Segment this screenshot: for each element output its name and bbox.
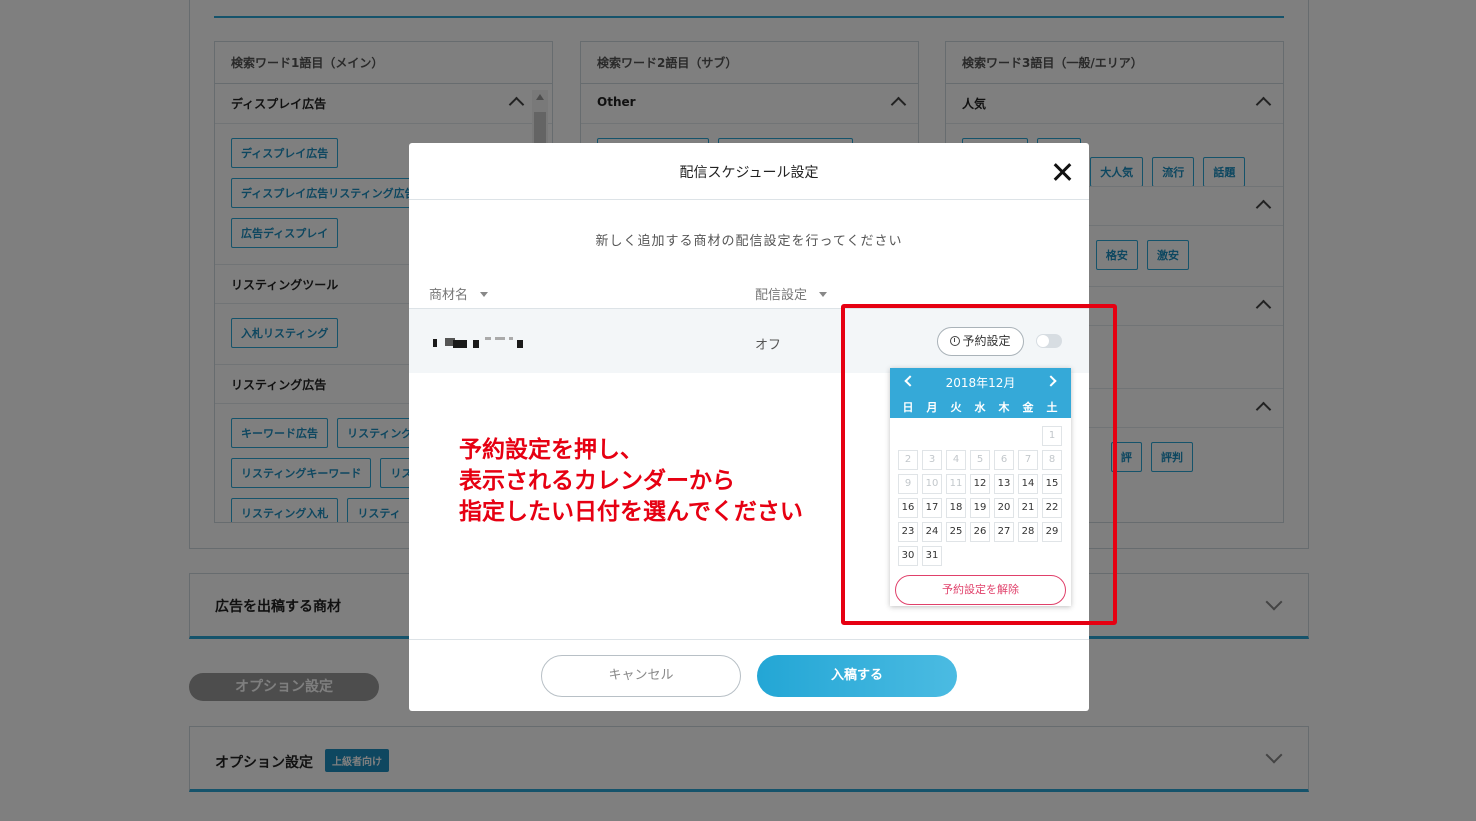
- submit-button[interactable]: 入稿する: [757, 655, 957, 697]
- annotation-line: 表示されるカレンダーから: [459, 468, 735, 494]
- close-icon[interactable]: [1052, 162, 1072, 182]
- instruction-annotation: 予約設定を押し、 表示されるカレンダーから 指定したい日付を選んでください: [459, 435, 803, 528]
- modal-description: 新しく追加する商材の配信設定を行ってください: [595, 234, 903, 249]
- delivery-status: オフ: [755, 338, 782, 353]
- annotation-line: 予約設定を押し、: [459, 437, 643, 463]
- modal-title: 配信スケジュール設定: [679, 165, 819, 181]
- column-header-label: 配信設定: [755, 288, 808, 303]
- modal-footer-divider: [409, 639, 1089, 640]
- column-header-label: 商材名: [429, 288, 469, 303]
- column-header-product[interactable]: 商材名: [429, 284, 489, 303]
- highlight-box: [841, 304, 1117, 625]
- sort-caret-icon[interactable]: [819, 292, 828, 297]
- annotation-line: 指定したい日付を選んでください: [459, 499, 803, 525]
- redacted-product-name: [431, 337, 523, 348]
- sort-caret-icon[interactable]: [480, 292, 489, 297]
- modal-header: 配信スケジュール設定: [409, 143, 1089, 200]
- column-header-setting[interactable]: 配信設定: [755, 284, 828, 303]
- cancel-button[interactable]: キャンセル: [541, 655, 741, 697]
